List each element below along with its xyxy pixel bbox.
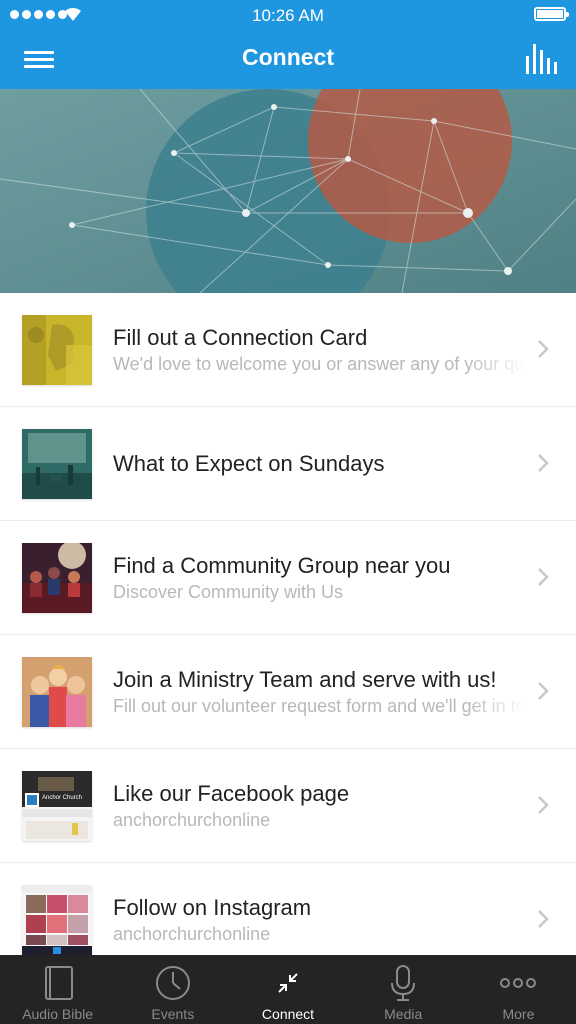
list-item-connection-card[interactable]: Fill out a Connection Card We'd love to …	[0, 293, 576, 407]
bar-chart-icon[interactable]	[524, 40, 558, 76]
more-dots-icon	[500, 978, 537, 988]
status-time: 10:26 AM	[252, 6, 324, 25]
facebook-page-thumbnail: Anchor Church	[22, 771, 92, 841]
list-item-what-to-expect[interactable]: What to Expect on Sundays	[0, 407, 576, 521]
tab-events[interactable]: Events	[115, 955, 230, 1024]
tab-bar: Audio Bible Events Connect Media More	[0, 955, 576, 1024]
hero-network-graphic	[0, 89, 576, 293]
tab-audio-bible[interactable]: Audio Bible	[0, 955, 115, 1024]
chevron-right-icon	[538, 910, 549, 928]
hero-banner	[0, 89, 576, 293]
list-item-community-group[interactable]: Find a Community Group near you Discover…	[0, 521, 576, 635]
book-icon	[44, 966, 73, 1000]
list-item-subtitle: We'd love to welcome you or answer any o…	[113, 354, 526, 374]
list-item-title: Fill out a Connection Card	[113, 325, 368, 350]
chevron-right-icon	[538, 682, 549, 700]
tab-label: Connect	[261, 1006, 315, 1022]
tab-label: Audio Bible	[22, 1006, 94, 1022]
list-item-subtitle: anchorchurchonline	[113, 810, 271, 830]
tab-media[interactable]: Media	[346, 955, 461, 1024]
list-item-title: Join a Ministry Team and serve with us!	[113, 667, 497, 692]
list-item-subtitle: Fill out our volunteer request form and …	[113, 696, 526, 716]
chevron-right-icon	[538, 454, 549, 472]
connect-arrows-icon	[278, 973, 298, 993]
list-item-instagram[interactable]: Follow on Instagram anchorchurchonline	[0, 863, 576, 955]
connect-list: Fill out a Connection Card We'd love to …	[0, 293, 576, 955]
battery-icon	[534, 7, 569, 21]
top-bar: 10:26 AM Connect	[0, 0, 576, 89]
clock-icon	[155, 966, 190, 1000]
chevron-right-icon	[538, 796, 549, 814]
tab-label: More	[502, 1006, 535, 1022]
status-bar: 10:26 AM	[0, 0, 576, 30]
tab-label: Media	[384, 1006, 423, 1022]
ministry-team-thumbnail	[22, 657, 92, 727]
tab-connect[interactable]: Connect	[230, 955, 345, 1024]
page-title: Connect	[242, 44, 334, 70]
tab-label: Events	[151, 1006, 195, 1022]
list-item-title: Like our Facebook page	[113, 781, 350, 806]
list-item-subtitle: anchorchurchonline	[113, 924, 271, 944]
list-item-title: What to Expect on Sundays	[113, 451, 385, 476]
connection-card-thumbnail	[22, 315, 92, 385]
chevron-right-icon	[538, 568, 549, 586]
microphone-icon	[391, 965, 416, 1001]
tab-more[interactable]: More	[461, 955, 576, 1024]
list-item-title: Find a Community Group near you	[113, 553, 451, 578]
instagram-thumbnail	[22, 885, 92, 955]
community-group-thumbnail	[22, 543, 92, 613]
facebook-page-name: Anchor Church	[42, 795, 83, 801]
list-item-facebook[interactable]: Anchor Church Like our Facebook page anc…	[0, 749, 576, 863]
list-item-ministry-team[interactable]: Join a Ministry Team and serve with us! …	[0, 635, 576, 749]
nav-bar: Connect	[0, 30, 576, 89]
chevron-right-icon	[538, 340, 549, 358]
list-item-subtitle: Discover Community with Us	[113, 582, 344, 602]
sunday-service-thumbnail	[22, 429, 92, 499]
list-item-title: Follow on Instagram	[113, 895, 312, 920]
